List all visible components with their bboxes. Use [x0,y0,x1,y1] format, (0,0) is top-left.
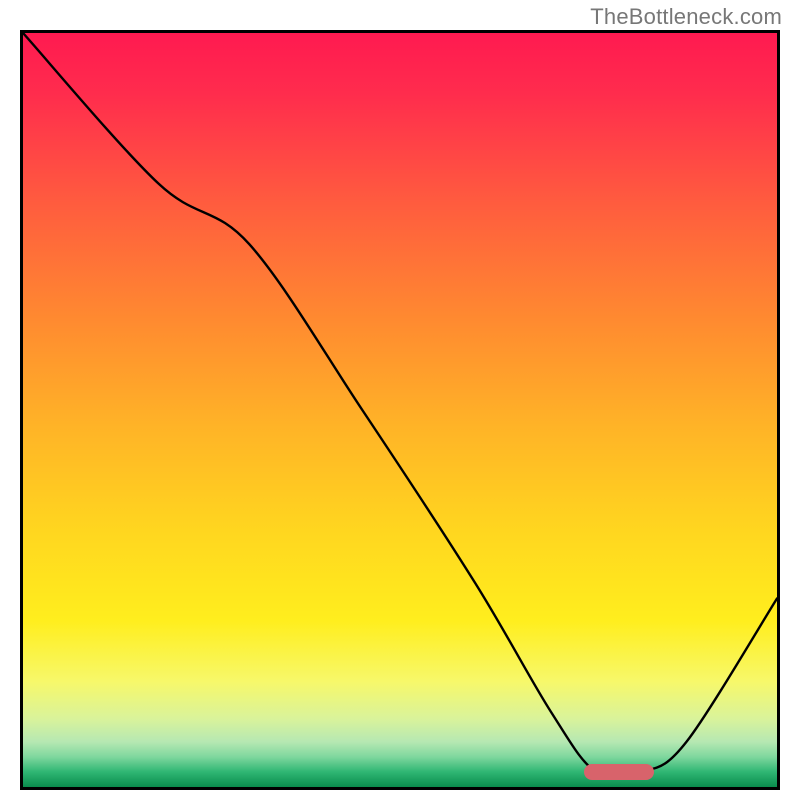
optimal-marker [584,764,654,780]
bottleneck-curve [23,33,777,787]
watermark-label: TheBottleneck.com [590,4,782,30]
plot-frame [20,30,780,790]
